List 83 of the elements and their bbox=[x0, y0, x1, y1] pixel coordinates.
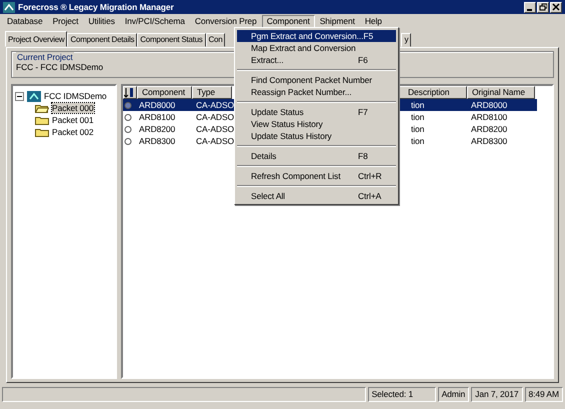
tree-item[interactable]: FCC IDMSDemo bbox=[44, 90, 107, 102]
status-text: Admin bbox=[438, 387, 470, 402]
menu-item[interactable]: Conversion Prep bbox=[190, 14, 262, 28]
option-label: Extract... bbox=[251, 54, 284, 66]
table-cell-text: ARD8000 bbox=[138, 100, 176, 110]
folder-icon bbox=[35, 103, 49, 113]
menu-option[interactable]: Update Status History bbox=[237, 130, 396, 142]
option-label: Refresh Component List bbox=[251, 170, 340, 182]
menu-option[interactable]: Details F8 bbox=[237, 150, 396, 162]
tab[interactable]: Component Details bbox=[67, 33, 138, 47]
folder-icon bbox=[35, 115, 49, 125]
option-label: Reassign Packet Number... bbox=[251, 86, 352, 98]
menu-item[interactable]: Help bbox=[360, 14, 387, 28]
close-icon bbox=[552, 3, 560, 11]
table-cell-text: ARD8200 bbox=[138, 124, 176, 134]
option-label: Details bbox=[251, 150, 276, 162]
sort-button[interactable] bbox=[123, 86, 137, 99]
tree-item[interactable]: Packet 001 bbox=[52, 114, 94, 126]
collapse-icon[interactable] bbox=[15, 92, 24, 100]
status-text: Selected: 1 bbox=[368, 387, 436, 402]
close-button[interactable] bbox=[550, 2, 562, 12]
column-header[interactable]: Type bbox=[192, 86, 232, 99]
shortcut-label: F6 bbox=[358, 54, 369, 66]
tab[interactable]: Con bbox=[206, 33, 226, 47]
table-cell-text: tion bbox=[410, 112, 426, 122]
restore-icon bbox=[539, 3, 547, 11]
table-cell-text: CA-ADSO bbox=[195, 124, 236, 134]
shortcut-label: F5 bbox=[363, 30, 374, 42]
table-cell-text: tion bbox=[410, 124, 426, 134]
column-header[interactable]: Description bbox=[397, 86, 467, 99]
shortcut-label: Ctrl+R bbox=[358, 170, 383, 182]
shortcut-label: F7 bbox=[358, 106, 369, 118]
menu-option[interactable]: Update Status F7 bbox=[237, 106, 396, 118]
shortcut-label: Ctrl+A bbox=[358, 190, 382, 202]
menu-option[interactable]: Pgm Extract and Conversion...F5 bbox=[237, 30, 396, 42]
menu-item[interactable]: Project bbox=[48, 14, 84, 28]
tree-item[interactable]: Packet 002 bbox=[52, 126, 94, 138]
table-cell-text: ARD8300 bbox=[470, 136, 508, 146]
app-logo-icon bbox=[3, 2, 15, 12]
table-cell-text: ARD8100 bbox=[470, 112, 508, 122]
window-title: Forecross ® Legacy Migration Manager bbox=[18, 2, 174, 12]
menu-option[interactable]: Reassign Packet Number... bbox=[237, 86, 396, 98]
menu-option[interactable]: View Status History bbox=[237, 118, 396, 130]
option-label: Pgm Extract and Conversion... bbox=[251, 30, 364, 42]
menu-option[interactable]: Refresh Component List Ctrl+R bbox=[237, 170, 396, 182]
tab[interactable]: Project Overview bbox=[5, 31, 68, 47]
status-text: 8:49 AM bbox=[524, 387, 563, 402]
tab[interactable]: y bbox=[401, 33, 412, 47]
option-label: Update Status History bbox=[251, 130, 332, 142]
table-cell-text: CA-ADSO bbox=[195, 112, 236, 122]
menu-item[interactable]: Inv/PCI/Schema bbox=[120, 14, 190, 28]
menu-item[interactable]: Shipment bbox=[314, 14, 360, 28]
option-label: Update Status bbox=[251, 106, 304, 118]
status-text: Jan 7, 2017 bbox=[471, 387, 522, 402]
tree-item[interactable]: Packet 000 bbox=[52, 102, 94, 114]
option-label: Find Component Packet Number bbox=[251, 74, 372, 86]
option-label: View Status History bbox=[251, 118, 323, 130]
table-cell-text: ARD8200 bbox=[470, 124, 508, 134]
option-label: Select All bbox=[251, 190, 285, 202]
menu-item[interactable]: Utilities bbox=[83, 14, 120, 28]
restore-button[interactable] bbox=[537, 2, 549, 12]
database-icon bbox=[27, 90, 41, 102]
folder-icon bbox=[35, 127, 49, 137]
shortcut-label: F8 bbox=[358, 150, 369, 162]
menu-option[interactable]: Extract... F6 bbox=[237, 54, 396, 66]
table-cell-text: tion bbox=[410, 136, 426, 146]
column-header[interactable]: Original Name bbox=[467, 86, 535, 99]
table-cell-text: CA-ADSO bbox=[195, 100, 236, 110]
table-cell-text: ARD8300 bbox=[138, 136, 176, 146]
menu-option[interactable]: Select All Ctrl+A bbox=[237, 190, 396, 202]
table-cell-text: CA-ADSO bbox=[195, 136, 236, 146]
tab[interactable]: Component Status bbox=[137, 33, 206, 47]
table-cell-text: ARD8100 bbox=[138, 112, 176, 122]
column-header[interactable]: Component bbox=[137, 86, 192, 99]
table-cell-text: ARD8000 bbox=[470, 100, 508, 110]
minimize-button[interactable] bbox=[524, 2, 536, 12]
menu-option[interactable]: Find Component Packet Number bbox=[237, 74, 396, 86]
option-label: Map Extract and Conversion bbox=[251, 42, 356, 54]
menu-option[interactable]: Map Extract and Conversion bbox=[237, 42, 396, 54]
table-cell-text: tion bbox=[410, 100, 426, 110]
menu-item[interactable]: Database bbox=[2, 14, 48, 28]
group-label: Current Project bbox=[16, 52, 74, 62]
project-name: FCC - FCC IDMSDemo bbox=[16, 62, 104, 72]
